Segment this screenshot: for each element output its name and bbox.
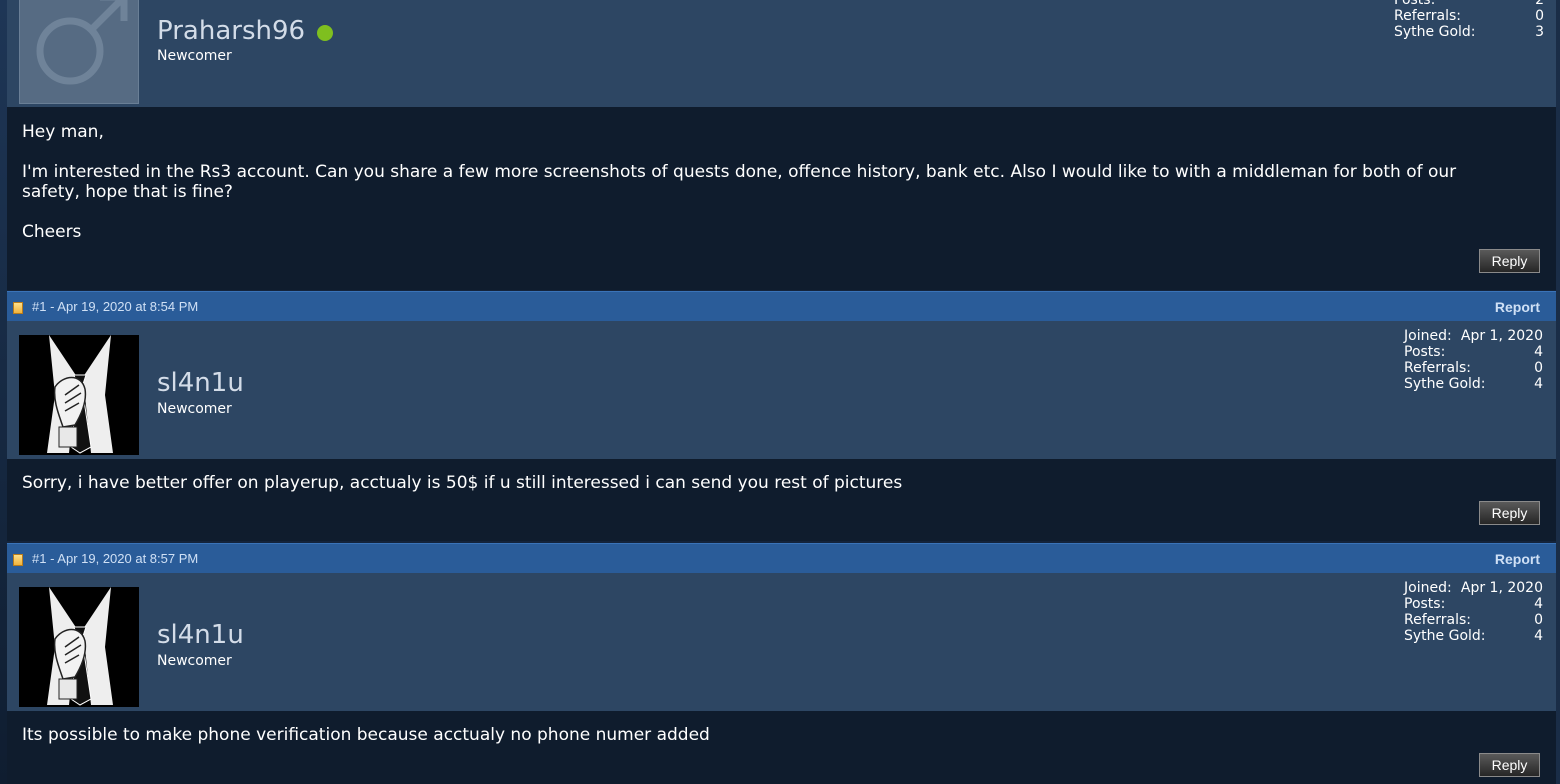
post-header: #1 - Apr 19, 2020 at 8:54 PM Report bbox=[7, 291, 1556, 321]
post-paragraph: I'm interested in the Rs3 account. Can y… bbox=[22, 162, 1457, 202]
stat-value: 3 bbox=[1535, 24, 1544, 40]
user-stats: Joined: Apr 1, 2020 Posts: 4 Referrals: 0 S… bbox=[1404, 580, 1543, 644]
stat-row: Referrals: 0 bbox=[1404, 360, 1543, 376]
stat-value: 4 bbox=[1534, 596, 1543, 612]
stat-value: Apr 1, 2020 bbox=[1460, 328, 1543, 344]
username[interactable]: Praharsh96 bbox=[157, 16, 305, 46]
post-meta[interactable]: #1 - Apr 19, 2020 at 8:57 PM bbox=[32, 551, 198, 566]
stat-label: Posts: bbox=[1394, 0, 1436, 8]
stat-label: Joined: bbox=[1404, 580, 1452, 596]
post-userbar: Praharsh96 Newcomer Posts: 2 Referrals: 0 … bbox=[7, 0, 1556, 107]
post-message: Hey man, I'm interested in the Rs3 accou… bbox=[22, 122, 1516, 262]
page-left-edge bbox=[0, 0, 7, 784]
reply-button[interactable]: Reply bbox=[1479, 753, 1540, 777]
post-meta[interactable]: #1 - Apr 19, 2020 at 8:54 PM bbox=[32, 299, 198, 314]
stat-label: Joined: bbox=[1404, 328, 1452, 344]
stat-label: Posts: bbox=[1404, 344, 1446, 360]
post-body: Sorry, i have better offer on playerup, … bbox=[7, 459, 1556, 541]
suit-tie-icon bbox=[19, 587, 139, 707]
stat-row: Posts: 2 bbox=[1394, 0, 1544, 8]
page-right-edge bbox=[1556, 0, 1560, 784]
stat-value: 0 bbox=[1534, 360, 1543, 376]
post-message: Its possible to make phone verification … bbox=[22, 725, 1516, 765]
stat-label: Referrals: bbox=[1404, 360, 1471, 376]
reply-button[interactable]: Reply bbox=[1479, 501, 1540, 525]
post-body: Hey man, I'm interested in the Rs3 accou… bbox=[7, 107, 1556, 290]
post-message: Sorry, i have better offer on playerup, … bbox=[22, 473, 1516, 513]
report-link[interactable]: Report bbox=[1495, 551, 1540, 567]
stat-row: Referrals: 0 bbox=[1404, 612, 1543, 628]
user-title: Newcomer bbox=[157, 653, 232, 669]
stat-value: 4 bbox=[1534, 376, 1543, 392]
user-title: Newcomer bbox=[157, 48, 232, 64]
reply-button[interactable]: Reply bbox=[1479, 249, 1540, 273]
stat-value: 2 bbox=[1535, 0, 1544, 8]
stat-value: 4 bbox=[1534, 628, 1543, 644]
stat-row: Posts: 4 bbox=[1404, 596, 1543, 612]
stat-value: 0 bbox=[1534, 612, 1543, 628]
stat-value: Apr 1, 2020 bbox=[1460, 580, 1543, 596]
post-paragraph: Cheers bbox=[22, 222, 82, 242]
male-symbol-icon bbox=[36, 0, 128, 85]
post-icon bbox=[13, 554, 23, 566]
stat-row: Joined: Apr 1, 2020 bbox=[1404, 580, 1543, 596]
stat-value: 4 bbox=[1534, 344, 1543, 360]
stat-row: Sythe Gold: 4 bbox=[1404, 628, 1543, 644]
stat-label: Referrals: bbox=[1404, 612, 1471, 628]
stat-label: Sythe Gold: bbox=[1404, 376, 1486, 392]
post-userbar: sl4n1u Newcomer Joined: Apr 1, 2020 Posts… bbox=[7, 573, 1556, 711]
stat-row: Referrals: 0 bbox=[1394, 8, 1544, 24]
stat-label: Sythe Gold: bbox=[1404, 628, 1486, 644]
username[interactable]: sl4n1u bbox=[157, 620, 244, 650]
user-stats: Posts: 2 Referrals: 0 Sythe Gold: 3 bbox=[1394, 0, 1544, 40]
stat-row: Joined: Apr 1, 2020 bbox=[1404, 328, 1543, 344]
avatar[interactable] bbox=[19, 335, 139, 455]
stat-row: Sythe Gold: 3 bbox=[1394, 24, 1544, 40]
stat-value: 0 bbox=[1535, 8, 1544, 24]
user-stats: Joined: Apr 1, 2020 Posts: 4 Referrals: 0 S… bbox=[1404, 328, 1543, 392]
stat-label: Referrals: bbox=[1394, 8, 1461, 24]
avatar[interactable] bbox=[19, 0, 139, 104]
post-body: Its possible to make phone verification … bbox=[7, 711, 1556, 784]
stat-label: Posts: bbox=[1404, 596, 1446, 612]
stat-row: Posts: 4 bbox=[1404, 344, 1543, 360]
suit-tie-icon bbox=[19, 335, 139, 455]
online-status-icon bbox=[317, 25, 333, 41]
stat-row: Sythe Gold: 4 bbox=[1404, 376, 1543, 392]
post-userbar: sl4n1u Newcomer Joined: Apr 1, 2020 Posts… bbox=[7, 321, 1556, 459]
report-link[interactable]: Report bbox=[1495, 299, 1540, 315]
avatar[interactable] bbox=[19, 587, 139, 707]
user-title: Newcomer bbox=[157, 401, 232, 417]
post-icon bbox=[13, 302, 23, 314]
post-header: #1 - Apr 19, 2020 at 8:57 PM Report bbox=[7, 543, 1556, 573]
stat-label: Sythe Gold: bbox=[1394, 24, 1476, 40]
post-paragraph: Hey man, bbox=[22, 122, 104, 142]
post-paragraph: Its possible to make phone verification … bbox=[22, 725, 710, 745]
post-paragraph: Sorry, i have better offer on playerup, … bbox=[22, 473, 903, 493]
username[interactable]: sl4n1u bbox=[157, 368, 244, 398]
